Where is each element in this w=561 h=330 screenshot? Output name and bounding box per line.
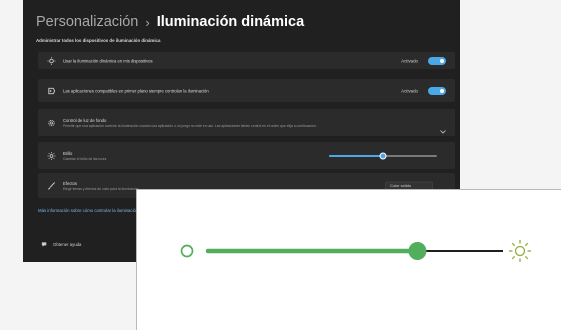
lightbulb-icon [47, 56, 56, 65]
breadcrumb-parent-link[interactable]: Personalización [36, 14, 138, 30]
foreground-apps-state-label: Activado [401, 88, 418, 93]
help-icon [41, 235, 48, 253]
setting-text-brightness: Brillo Cambiar el brillo de las luces [63, 151, 106, 161]
setting-card-background-control[interactable]: Control de luz de fondo Permitir que una… [38, 109, 455, 136]
chevron-down-icon[interactable] [440, 121, 446, 134]
effects-subtitle: Elegir temas y efectos de color para la … [63, 186, 139, 191]
setting-card-dynamic-lighting: Usar la iluminación dinámica en mis disp… [38, 52, 455, 69]
brightness-icon [47, 151, 56, 160]
breadcrumb-separator: › [145, 14, 150, 30]
foreground-apps-toggle[interactable] [428, 86, 446, 95]
brightness-slider-zoomed[interactable] [137, 190, 561, 313]
chevron-down-icon [425, 184, 429, 197]
effects-title: Efectos [63, 180, 77, 186]
setting-text-background-control: Control de luz de fondo Permitir que una… [63, 117, 418, 127]
setting-card-brightness: Brillo Cambiar el brillo de las luces [38, 142, 455, 169]
brightness-slider-fill [329, 154, 383, 157]
brightness-slider[interactable] [329, 152, 437, 159]
brightness-title: Brillo [63, 150, 73, 156]
background-control-title: Control de luz de fondo [63, 117, 107, 123]
dynamic-lighting-state-label: Activado [401, 58, 418, 63]
setting-card-foreground-apps: Las aplicaciones compatibles en primer p… [38, 79, 455, 102]
dynamic-lighting-toggle[interactable] [428, 56, 446, 65]
brightness-high-icon [509, 240, 531, 262]
get-help-link[interactable]: Obtener ayuda [41, 235, 81, 253]
toggle-knob [440, 58, 444, 63]
setting-label-foreground-apps: Las aplicaciones compatibles en primer p… [63, 88, 209, 93]
breadcrumb: Personalización › Iluminación dinámica [36, 10, 304, 34]
setting-label-dynamic-lighting: Usar la iluminación dinámica en mis disp… [63, 58, 153, 63]
background-control-subtitle: Permitir que una aplicación controle la … [63, 123, 317, 128]
brush-icon [47, 181, 56, 190]
section-heading: Administrar todos los dispositivos de il… [36, 38, 161, 43]
brightness-low-icon [180, 244, 194, 258]
gear-icon [47, 118, 56, 127]
get-help-label: Obtener ayuda [53, 241, 82, 247]
setting-text-foreground-apps: Las aplicaciones compatibles en primer p… [63, 88, 209, 93]
chevron-down-icon[interactable] [440, 184, 446, 197]
brightness-zoom-panel [136, 189, 561, 330]
app-control-icon [47, 86, 56, 95]
brightness-subtitle: Cambiar el brillo de las luces [63, 156, 107, 161]
page-title: Iluminación dinámica [156, 14, 305, 30]
brightness-slider-thumb[interactable] [408, 242, 427, 260]
setting-text-dynamic-lighting: Usar la iluminación dinámica en mis disp… [63, 58, 153, 63]
effects-dropdown-value: Color sólido [390, 183, 412, 188]
brightness-slider-thumb[interactable] [379, 152, 387, 159]
toggle-knob [440, 88, 444, 93]
setting-text-effects: Efectos Elegir temas y efectos de color … [63, 181, 139, 191]
